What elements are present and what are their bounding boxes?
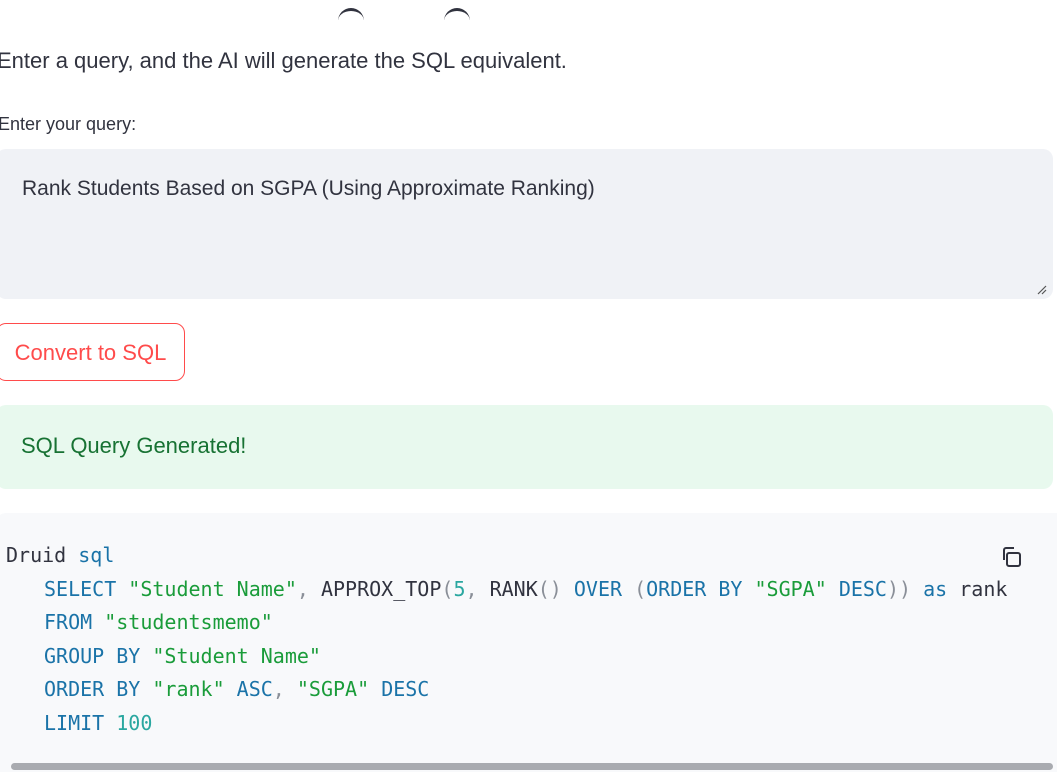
title-glyph-fragment [338, 8, 364, 20]
code-token: "SGPA" [754, 576, 827, 601]
code-line: LIMIT 100 [6, 707, 1007, 741]
code-language-label: Druid sql [6, 539, 1007, 573]
code-lines: Druid sql SELECT "Student Name", APPROX_T… [6, 539, 1007, 741]
code-token: DESC [838, 576, 887, 601]
query-input[interactable]: Rank Students Based on SGPA (Using Appro… [0, 149, 1053, 299]
code-token: SELECT [44, 576, 117, 601]
success-alert: SQL Query Generated! [0, 405, 1053, 489]
code-token: Druid [6, 543, 79, 567]
code-token: LIMIT [44, 710, 105, 735]
code-line: FROM "studentsmemo" [6, 606, 1007, 640]
code-token: "Student Name" [152, 643, 321, 668]
copy-icon[interactable] [1000, 545, 1024, 569]
code-token: ORDER BY [646, 576, 743, 601]
code-token: sql [78, 543, 115, 567]
code-token: OVER [573, 576, 623, 601]
code-line: SELECT "Student Name", APPROX_TOP(5, RAN… [6, 573, 1007, 607]
code-token: ( [622, 576, 647, 601]
page-title-fragment [338, 0, 478, 20]
code-token: )) [886, 576, 924, 601]
code-token: ( [441, 576, 454, 601]
horizontal-scrollbar[interactable] [11, 763, 1053, 770]
code-token: ASC [236, 677, 273, 702]
code-token: GROUP BY [44, 643, 141, 668]
code-token: 5 [453, 576, 466, 601]
code-token: "studentsmemo" [104, 610, 273, 635]
code-token: () [537, 576, 574, 601]
code-token: ORDER BY [44, 677, 141, 702]
code-token: rank [947, 576, 1008, 601]
code-token: , [296, 576, 321, 601]
code-line: GROUP BY "Student Name" [6, 640, 1007, 674]
code-token: RANK [489, 576, 538, 601]
convert-to-sql-button[interactable]: Convert to SQL [0, 323, 185, 381]
code-token: APPROX_TOP [320, 576, 442, 601]
code-token: "rank" [152, 677, 225, 702]
code-block[interactable]: Druid sql SELECT "Student Name", APPROX_T… [0, 513, 1057, 772]
page-subtitle: Enter a query, and the AI will generate … [0, 48, 567, 73]
code-token: , [272, 677, 297, 702]
query-input-label: Enter your query: [0, 114, 137, 134]
code-token: FROM [44, 610, 93, 635]
resize-handle-icon[interactable] [1037, 285, 1047, 295]
query-input-value[interactable]: Rank Students Based on SGPA (Using Appro… [22, 177, 595, 201]
code-token: "SGPA" [296, 677, 370, 702]
success-alert-text: SQL Query Generated! [21, 433, 247, 458]
code-token: as [923, 576, 948, 601]
code-line: ORDER BY "rank" ASC, "SGPA" DESC [6, 673, 1007, 707]
code-token: 100 [116, 710, 153, 735]
code-token: "Student Name" [128, 576, 297, 601]
code-token: , [465, 576, 490, 601]
code-token: DESC [381, 677, 430, 702]
title-glyph-fragment [444, 8, 470, 20]
